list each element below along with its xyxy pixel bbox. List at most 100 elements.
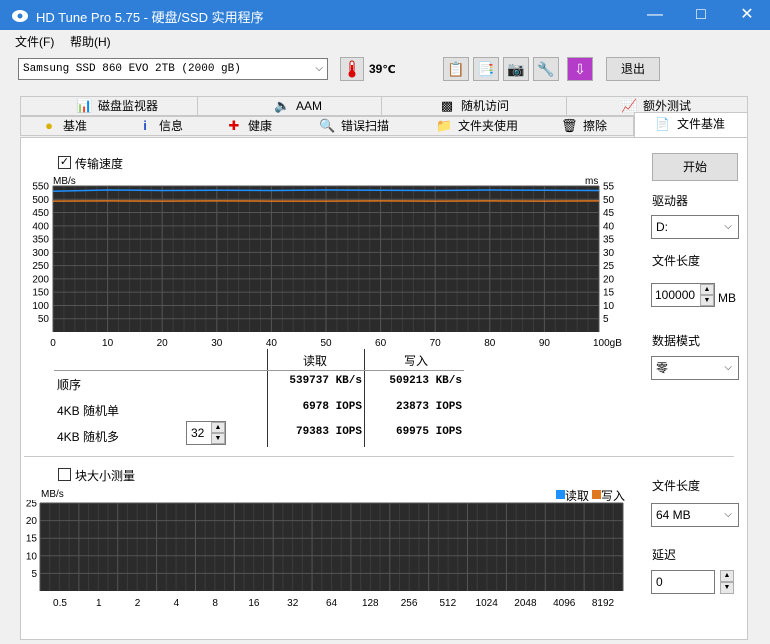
x-tick-label: 2 — [135, 598, 141, 609]
hdtune-app-icon — [12, 10, 28, 22]
file-length-unit: MB — [718, 291, 736, 305]
transfer-chart: 550 55500 50450 45400 40350 35300 30250 25200 20… — [32, 182, 622, 349]
data-mode-label: 数据模式 — [652, 334, 701, 348]
drive-selector[interactable]: Samsung SSD 860 EVO 2TB (2000 gB) ⌵ — [18, 58, 328, 80]
block-size-chart: 25 20 15 10 5 0.5 1 2 4 8 16 32 64 128 256 512 1024 2048 4… — [26, 500, 624, 609]
drive-letter-value: D: — [656, 220, 668, 234]
y-tick-label: 400 — [32, 221, 49, 232]
tab-benchmark[interactable]: ● 基准 — [41, 117, 87, 135]
spin-down-icon[interactable]: ▼ — [720, 582, 734, 594]
chevron-down-icon: ⌵ — [724, 362, 732, 373]
tab-row-bottom: ● 基准 i 信息 ✚ 健康 🔍 错误扫描 📁 文件夹使用 🗑 擦除 — [20, 116, 634, 136]
tab-aam[interactable]: 🔈 AAM — [274, 97, 322, 115]
x-tick-label: 64 — [326, 598, 338, 609]
y2-tick-label: 45 — [603, 208, 615, 219]
row-label-4kb-multi: 4KB 随机多 — [57, 430, 120, 444]
close-icon[interactable]: ✕ — [724, 0, 770, 30]
spin-up-icon[interactable]: ▲ — [720, 570, 734, 582]
tab-error-scan[interactable]: 🔍 错误扫描 — [319, 117, 389, 135]
y-tick-label: 50 — [38, 314, 50, 325]
spin-up-icon[interactable]: ▲ — [211, 422, 225, 433]
spin-down-icon[interactable]: ▼ — [211, 433, 225, 444]
row-label-sequential: 顺序 — [57, 378, 82, 392]
tab-erase[interactable]: 🗑 擦除 — [561, 117, 607, 135]
block-unit-label: MB/s — [41, 489, 64, 500]
data-mode-select[interactable]: 零 ⌵ — [651, 356, 739, 380]
spin-down-icon[interactable]: ▼ — [700, 295, 714, 306]
temperature-value: 39℃ — [369, 62, 396, 76]
x-tick-label: 50 — [320, 338, 332, 349]
x-tick-label: 16 — [248, 598, 260, 609]
tab-folder-usage[interactable]: 📁 文件夹使用 — [436, 117, 518, 135]
y2-tick-label: 15 — [603, 288, 615, 299]
y-tick-label: 550 — [32, 182, 49, 193]
drive-letter-select[interactable]: D: ⌵ — [651, 215, 739, 239]
legend-write-swatch — [592, 490, 601, 499]
y2-tick-label: 50 — [603, 195, 615, 206]
save-download-icon[interactable]: ⇩ — [567, 57, 593, 81]
row-label-4kb-single: 4KB 随机单 — [57, 404, 120, 418]
file-length-label: 文件长度 — [652, 254, 701, 268]
section-separator — [24, 456, 734, 457]
y-tick-label: 350 — [32, 235, 49, 246]
x-tick-label: 256 — [401, 598, 418, 609]
chevron-down-icon: ⌵ — [724, 221, 732, 232]
block-size-checkbox[interactable] — [58, 468, 71, 481]
y2-tick-label: 10 — [603, 301, 615, 312]
minimize-icon[interactable]: — — [632, 0, 678, 30]
menu-file[interactable]: 文件(F) — [15, 33, 54, 50]
column-read-header: 读取 — [303, 354, 328, 368]
tab-random-access[interactable]: ▩ 随机访问 — [439, 97, 509, 115]
x-tick-label: 4 — [174, 598, 180, 609]
block-file-length-value: 64 MB — [656, 508, 691, 522]
spin-up-icon[interactable]: ▲ — [700, 284, 714, 295]
camera-icon[interactable]: 📷 — [503, 57, 529, 81]
x-tick-label: 8 — [212, 598, 218, 609]
x-tick-label: 70 — [430, 338, 442, 349]
trash-icon: 🗑 — [561, 118, 578, 133]
chevron-down-icon: ⌵ — [724, 509, 732, 520]
column-write-header: 写入 — [404, 354, 429, 368]
y2-tick-label: 20 — [603, 274, 615, 285]
tab-divider — [197, 97, 198, 115]
copy-info-icon[interactable]: 📋 — [443, 57, 469, 81]
block-file-length-select[interactable]: 64 MB ⌵ — [651, 503, 739, 527]
transfer-speed-label: 传输速度 — [75, 157, 124, 171]
y-tick-label: 450 — [32, 208, 49, 219]
transfer-speed-checkbox[interactable]: ✓ — [58, 156, 71, 169]
thermometer-icon[interactable] — [340, 57, 364, 81]
tab-info[interactable]: i 信息 — [137, 117, 183, 135]
x-tick-label: 4096 — [553, 598, 576, 609]
toolbar: Samsung SSD 860 EVO 2TB (2000 gB) ⌵ 39℃ … — [0, 52, 770, 88]
sequential-write: 509213 KB/s — [389, 375, 462, 387]
x-tick-label: 90 — [539, 338, 551, 349]
start-button[interactable]: 开始 — [652, 153, 738, 181]
y2-tick-label: 55 — [603, 182, 615, 193]
chevron-down-icon: ⌵ — [315, 63, 323, 74]
table-divider-1 — [267, 349, 268, 447]
y-tick-label: 100 — [32, 301, 49, 312]
y2-tick-label: 25 — [603, 261, 615, 272]
copy-text-icon[interactable]: 📑 — [473, 57, 499, 81]
x-tick-label: 40 — [266, 338, 278, 349]
table-divider-2 — [364, 349, 365, 447]
options-icon[interactable]: 🔧 — [533, 57, 559, 81]
file-length-stepper[interactable]: 100000 ▲ ▼ — [651, 283, 715, 307]
tab-divider — [566, 97, 567, 115]
4kb-single-read: 6978 IOPS — [302, 401, 362, 413]
x-tick-label: 20 — [157, 338, 169, 349]
queue-depth-stepper[interactable]: 32 ▲ ▼ — [186, 421, 226, 445]
tab-health[interactable]: ✚ 健康 — [226, 117, 272, 135]
delay-label: 延迟 — [652, 548, 677, 562]
y-tick-label: 15 — [26, 534, 38, 545]
menu-help[interactable]: 帮助(H) — [70, 33, 111, 50]
magnifier-icon: 🔍 — [319, 118, 336, 133]
sequential-read: 539737 KB/s — [289, 375, 362, 387]
x-tick-label: 512 — [440, 598, 457, 609]
4kb-single-write: 23873 IOPS — [395, 401, 462, 413]
tab-disk-monitor[interactable]: 📊 磁盘监视器 — [76, 97, 158, 115]
exit-button[interactable]: 退出 — [606, 57, 660, 81]
delay-input[interactable]: 0 — [651, 570, 715, 594]
maximize-icon[interactable]: □ — [678, 0, 724, 30]
tab-file-benchmark[interactable]: 📄 文件基准 — [634, 112, 748, 138]
